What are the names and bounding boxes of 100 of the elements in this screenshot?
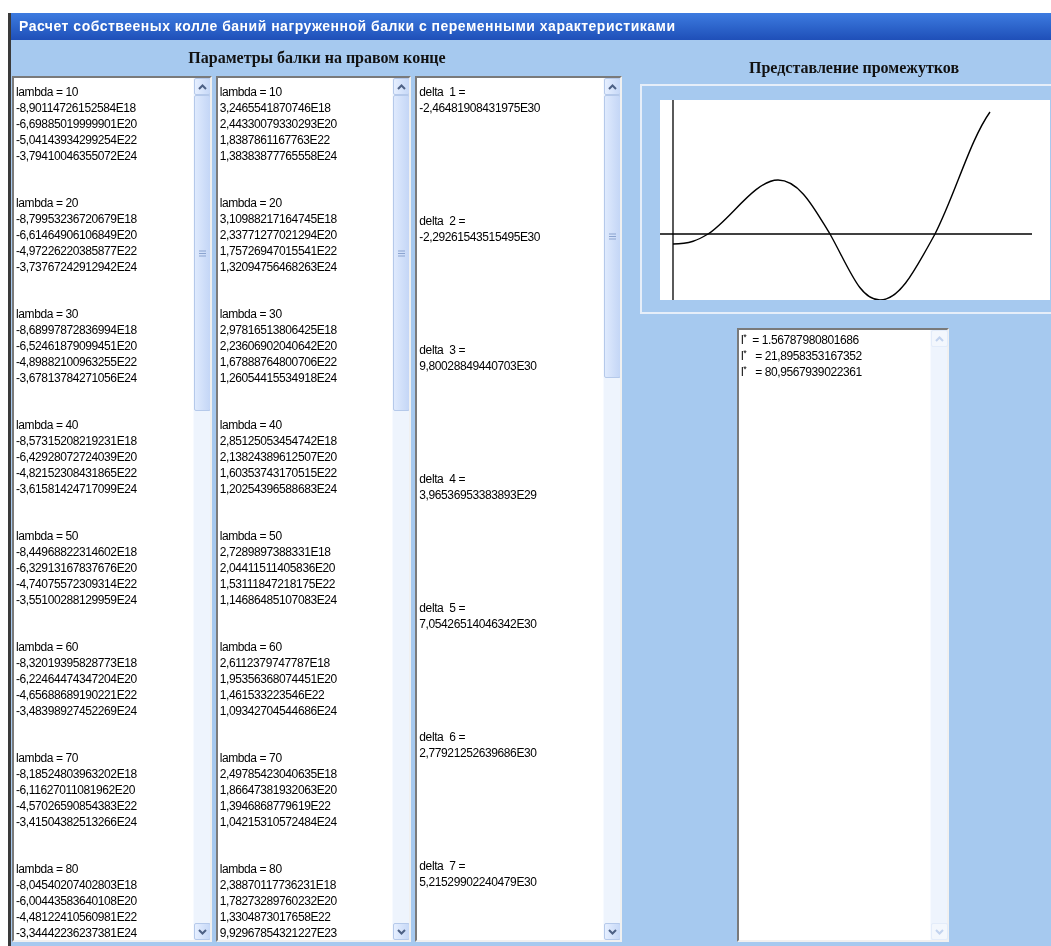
list-entry-label: lambda = 50: [219, 528, 282, 544]
chevron-up-icon: [935, 335, 944, 342]
chevron-up-icon: [197, 83, 207, 90]
list-value: 1,09342704544686E24: [219, 703, 337, 719]
list-value: 1,53111847218175E22: [219, 576, 336, 592]
list-value: 2,49785423040635E18: [219, 766, 337, 782]
list-value: 1,86647381932063E20: [219, 782, 337, 798]
list-value: -4,65688689190221E22: [16, 687, 137, 703]
scroll-up-button[interactable]: [604, 78, 620, 95]
list-value: 1,78273289760232E20: [219, 893, 337, 909]
list-box[interactable]: [215, 76, 412, 942]
list-value: -6,52461879099451E20: [16, 338, 137, 354]
list-value: 1,32094756468263E24: [219, 259, 337, 275]
list-entry-label: lambda = 40: [219, 417, 282, 433]
list-entry-label: lambda = 80: [16, 861, 78, 877]
list-value: -2,46481908431975E30: [419, 100, 541, 116]
list-entry-label: delta 5 =: [419, 600, 466, 616]
list-value: -5,04143934299254E22: [16, 132, 137, 148]
list-value: 1,3304873017658E22: [219, 909, 331, 925]
scrollbar[interactable]: [603, 78, 620, 940]
list-value: -3,79410046355072E24: [16, 148, 137, 164]
list-value: 3,96536953383893E29: [419, 487, 537, 503]
scroll-down-button[interactable]: [193, 923, 210, 940]
panel-heading: Представление промежутков: [748, 58, 960, 79]
list-value: -4,48122410560981E22: [16, 909, 137, 925]
list-value: -3,61581424717099E24: [16, 481, 137, 497]
list-value: 1,3946868779619E22: [219, 798, 331, 814]
list-value: 1,8387861167763E22: [219, 132, 330, 148]
list-entry-label: lambda = 20: [16, 195, 78, 211]
list-value: 7,05426514046342E30: [419, 616, 537, 632]
list-value: -6,32913167837676E20: [16, 560, 137, 576]
list-value: -2,29261543515495E30: [419, 229, 541, 245]
list-entry-label: lambda = 50: [16, 528, 78, 544]
list-value: 3,2465541870746E18: [219, 100, 331, 116]
list-value: -4,89882100963255E22: [16, 354, 137, 370]
list-entry-label: delta 4 =: [419, 471, 466, 487]
scroll-up-button[interactable]: [193, 78, 210, 95]
list-entry-label: lambda = 70: [16, 750, 78, 766]
chevron-up-icon: [397, 83, 407, 90]
scroll-thumb[interactable]: [193, 95, 210, 411]
list-value: 2,33771277021294E20: [219, 227, 337, 243]
list-entry-label: lambda = 10: [16, 84, 78, 100]
list-value: 5,21529902240479E30: [419, 874, 537, 890]
list-value: 2,44330079330293E20: [219, 116, 337, 132]
list-entry-label: lambda = 10: [219, 84, 282, 100]
scroll-thumb[interactable]: [393, 95, 410, 411]
list-value: -6,69885019999901E20: [16, 116, 137, 132]
list-value: 2,23606902040642E20: [219, 338, 337, 354]
list-value: -3,41504382513266E24: [16, 814, 137, 830]
list-value: -8,79953236720679E18: [16, 211, 137, 227]
list-value: 1,95356368074451E20: [219, 671, 337, 687]
chevron-down-icon: [935, 928, 944, 935]
list-value: -8,68997872836994E18: [16, 322, 137, 338]
scroll-down-button[interactable]: [393, 923, 410, 940]
list-box[interactable]: [12, 76, 212, 942]
list-entry-label: delta 2 =: [419, 213, 466, 229]
list-entry-label: delta 6 =: [419, 729, 466, 745]
list-value: 3,10988217164745E18: [219, 211, 337, 227]
list-entry-label: lambda = 20: [219, 195, 282, 211]
chevron-down-icon: [608, 928, 617, 935]
scroll-down-button[interactable]: [604, 923, 620, 940]
list-value: 2,04411511405836E20: [219, 560, 336, 576]
list-entry-label: delta 3 =: [419, 342, 466, 358]
list-value: 1,75726947015541E22: [219, 243, 337, 259]
list-value: -3,34442236237381E24: [16, 925, 137, 940]
scrollbar[interactable]: [192, 78, 210, 940]
list-entry-label: lambda = 40: [16, 417, 78, 433]
list-value: -8,18524803963202E18: [16, 766, 137, 782]
chevron-down-icon: [197, 928, 207, 935]
list-value: 1,38383877765558E24: [219, 148, 337, 164]
scrollbar[interactable]: [392, 78, 410, 940]
result-line: l$^{*}$ = 21,8958353167352: [741, 348, 862, 364]
results-list[interactable]: l$^{*}$ = 1.56787980801686 l$^{*}$ = 21,8958353167352 l$^{*}$ = 80,9567939022361: [737, 328, 949, 942]
list-entry-label: lambda = 30: [219, 306, 282, 322]
list-entry-label: lambda = 70: [219, 750, 282, 766]
list-value: 9,92967854321227E23: [219, 925, 337, 940]
grip-icon: [398, 249, 406, 257]
list-value: -4,74075572309314E22: [16, 576, 137, 592]
list-value: 1,67888764800706E22: [219, 354, 337, 370]
list-value: 2,85125053454742E18: [219, 433, 337, 449]
scroll-up-button[interactable]: [393, 78, 410, 95]
chevron-up-icon: [608, 83, 617, 90]
grip-icon: [609, 233, 616, 240]
scroll-thumb[interactable]: [604, 95, 620, 378]
list-value: -6,00443583640108E20: [16, 893, 137, 909]
list-value: 1,20254396588683E24: [219, 481, 337, 497]
list-value: -6,61464906106849E20: [16, 227, 137, 243]
list-value: -3,55100288129959E24: [16, 592, 137, 608]
result-line: l$^{*}$ = 80,9567939022361: [741, 364, 862, 380]
list-value: 1,04215310572484E24: [219, 814, 337, 830]
list-value: -3,73767242912942E24: [16, 259, 137, 275]
list-value: 2,7289897388331E18: [219, 544, 331, 560]
grip-icon: [198, 249, 206, 257]
list-value: -4,97226220385877E22: [16, 243, 137, 259]
list-value: -8,32019395828773E18: [16, 655, 137, 671]
list-value: 1,461533223546E22: [219, 687, 325, 703]
list-value: -6,11627011081962E20: [16, 782, 135, 798]
list-value: 2,6112379747787E18: [219, 655, 330, 671]
result-line: l$^{*}$ = 1.56787980801686: [741, 332, 859, 348]
list-value: -8,04540207402803E18: [16, 877, 137, 893]
